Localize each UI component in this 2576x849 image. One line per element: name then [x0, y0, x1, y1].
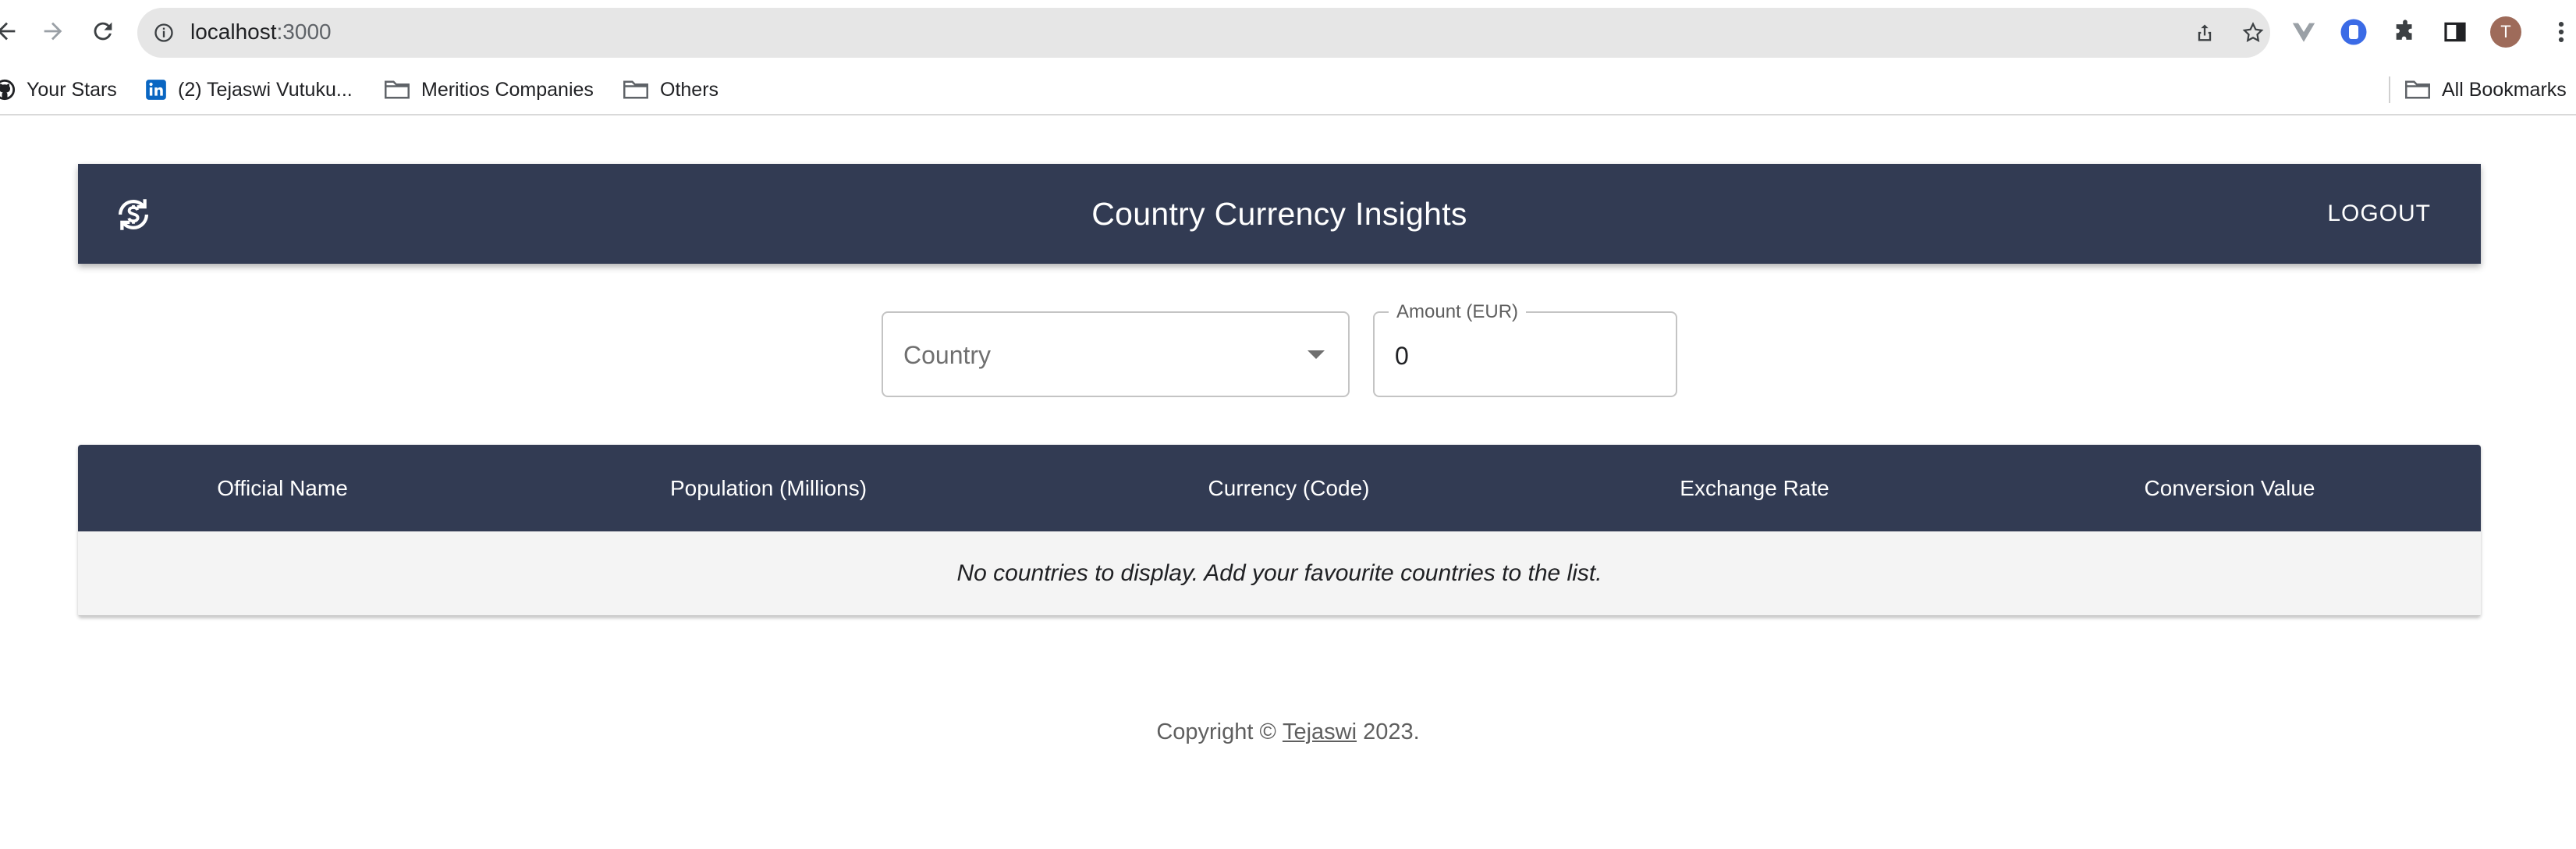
- dropdown-arrow-icon: [1308, 350, 1325, 359]
- page-content: Country Currency Insights LOGOUT Country…: [0, 117, 2576, 849]
- bookmark-your-stars[interactable]: Your Stars: [0, 75, 117, 105]
- country-select[interactable]: Country: [882, 311, 1350, 397]
- column-header-currency[interactable]: Currency (Code): [1208, 445, 1370, 531]
- forward-arrow-icon: [44, 22, 62, 41]
- profile-avatar[interactable]: T: [2490, 16, 2521, 48]
- star-icon: [2242, 22, 2264, 42]
- logout-button[interactable]: LOGOUT: [2312, 194, 2446, 234]
- bookmark-star-button[interactable]: [2241, 20, 2266, 45]
- bookmark-linkedin[interactable]: (2) Tejaswi Vutuku...: [145, 75, 353, 105]
- bookmarks-bar: Your Stars (2) Tejaswi Vutuku... Meritio…: [0, 64, 2576, 115]
- site-info-icon[interactable]: [153, 22, 175, 44]
- url-text[interactable]: localhost:3000: [190, 20, 332, 44]
- share-icon: [2198, 24, 2212, 41]
- currency-exchange-icon[interactable]: [112, 194, 154, 236]
- linkedin-icon: [146, 80, 166, 100]
- url-host: localhost: [190, 20, 277, 44]
- folder-icon: [2405, 80, 2430, 99]
- bookmark-others[interactable]: Others: [623, 75, 719, 105]
- bookmark-label: Your Stars: [27, 78, 117, 101]
- bookmarks-divider: [2389, 76, 2390, 103]
- address-bar[interactable]: localhost:3000: [137, 8, 2270, 58]
- reload-button[interactable]: [86, 14, 120, 48]
- footer-suffix: 2023.: [1357, 719, 1420, 744]
- reload-icon: [94, 22, 112, 41]
- extensions-puzzle-icon[interactable]: [2390, 17, 2420, 47]
- bookmark-label: Others: [660, 78, 719, 101]
- column-header-conversion-value[interactable]: Conversion Value: [2145, 445, 2315, 531]
- app-header: Country Currency Insights LOGOUT: [78, 164, 2481, 264]
- github-icon: [0, 79, 16, 101]
- bookmark-meritios-companies[interactable]: Meritios Companies: [384, 75, 594, 105]
- bookmark-label: Meritios Companies: [421, 78, 594, 101]
- amount-field[interactable]: Amount (EUR): [1373, 301, 1677, 397]
- table-empty-message: No countries to display. Add your favour…: [78, 531, 2481, 616]
- country-select-placeholder: Country: [903, 341, 992, 369]
- footer-author-link[interactable]: Tejaswi: [1283, 719, 1357, 745]
- browser-toolbar: localhost:3000 T: [0, 0, 2576, 64]
- footer-copyright: Copyright © Tejaswi 2023.: [0, 714, 2576, 750]
- side-panel-icon[interactable]: [2440, 17, 2470, 47]
- column-header-exchange-rate[interactable]: Exchange Rate: [1680, 445, 1829, 531]
- back-button[interactable]: [0, 14, 23, 48]
- folder-icon: [623, 80, 648, 99]
- bookmark-label: (2) Tejaswi Vutuku...: [178, 78, 353, 101]
- browser-menu-icon[interactable]: [2546, 17, 2576, 47]
- extension-vue-icon[interactable]: [2289, 17, 2319, 47]
- bookmark-label: All Bookmarks: [2442, 78, 2567, 101]
- column-header-population[interactable]: Population (Millions): [670, 445, 867, 531]
- url-port: :3000: [276, 20, 332, 44]
- countries-table: Official Name Population (Millions) Curr…: [78, 445, 2481, 616]
- amount-input[interactable]: [1395, 338, 1652, 374]
- amount-field-label: Amount (EUR): [1389, 301, 1527, 323]
- folder-icon: [385, 80, 410, 99]
- back-arrow-icon: [0, 22, 16, 41]
- bookmark-all-bookmarks[interactable]: All Bookmarks: [2404, 75, 2567, 105]
- footer-prefix: Copyright ©: [1156, 719, 1283, 744]
- table-header-row: Official Name Population (Millions) Curr…: [78, 445, 2481, 531]
- app-title: Country Currency Insights: [1091, 195, 1467, 232]
- extension-blue-icon[interactable]: [2339, 17, 2368, 47]
- column-header-official-name[interactable]: Official Name: [217, 445, 348, 531]
- share-button[interactable]: [2192, 20, 2217, 45]
- forward-button[interactable]: [36, 14, 70, 48]
